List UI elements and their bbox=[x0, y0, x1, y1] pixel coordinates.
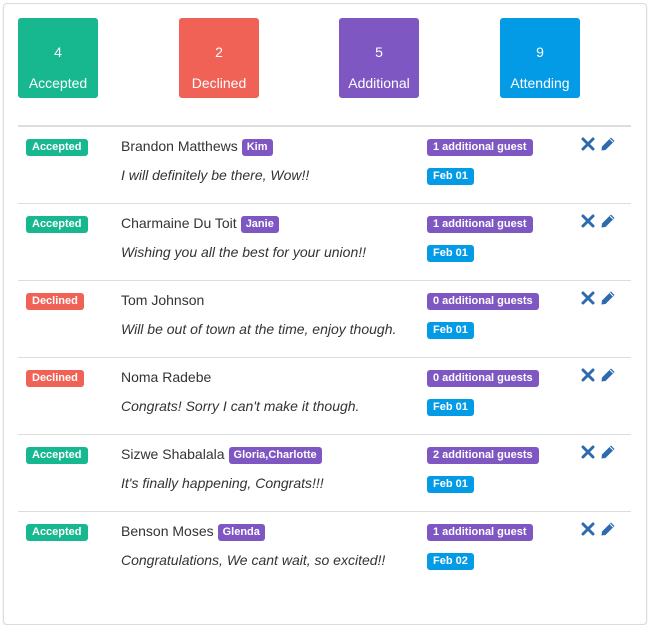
guest-name-line: Sizwe Shabalala Gloria,Charlotte bbox=[121, 446, 322, 465]
row-actions bbox=[580, 290, 616, 308]
row-actions bbox=[580, 444, 616, 462]
additional-guests-badge: 2 additional guests bbox=[427, 447, 539, 464]
plus-one-badge: Janie bbox=[240, 216, 279, 233]
guest-name-line: Noma Radebe bbox=[121, 369, 211, 386]
row-actions bbox=[580, 213, 616, 231]
pencil-icon[interactable] bbox=[600, 136, 616, 152]
guest-name: Benson Moses bbox=[121, 523, 214, 539]
close-icon[interactable] bbox=[580, 521, 596, 537]
additional-guests-badge: 1 additional guest bbox=[427, 216, 533, 233]
stat-additional-label: Additional bbox=[348, 75, 410, 91]
date-badge: Feb 01 bbox=[427, 399, 474, 416]
pencil-icon[interactable] bbox=[600, 521, 616, 537]
close-icon[interactable] bbox=[580, 136, 596, 152]
guest-name-line: Charmaine Du Toit Janie bbox=[121, 215, 279, 234]
status-badge: Accepted bbox=[26, 524, 88, 541]
rsvp-row: Accepted Sizwe Shabalala Gloria,Charlotte… bbox=[18, 435, 631, 512]
pencil-icon[interactable] bbox=[600, 290, 616, 306]
stat-attending-label: Attending bbox=[510, 75, 570, 91]
pencil-icon[interactable] bbox=[600, 444, 616, 460]
additional-guests-badge: 0 additional guests bbox=[427, 293, 539, 310]
status-badge: Declined bbox=[26, 293, 84, 310]
additional-guests-badge: 1 additional guest bbox=[427, 524, 533, 541]
date-badge: Feb 01 bbox=[427, 476, 474, 493]
rsvp-row: Accepted Benson Moses Glenda Congratulati… bbox=[18, 512, 631, 588]
stat-declined: 2 Declined bbox=[179, 18, 259, 98]
pencil-icon[interactable] bbox=[600, 367, 616, 383]
row-actions bbox=[580, 521, 616, 539]
guest-name: Tom Johnson bbox=[121, 292, 205, 308]
stat-accepted-value: 4 bbox=[54, 44, 62, 60]
pencil-icon[interactable] bbox=[600, 213, 616, 229]
guest-message: Congratulations, We cant wait, so excite… bbox=[121, 552, 386, 568]
date-badge: Feb 01 bbox=[427, 168, 474, 185]
status-badge: Accepted bbox=[26, 139, 88, 156]
status-badge: Accepted bbox=[26, 216, 88, 233]
rsvp-row: Declined Tom Johnson Will be out of town… bbox=[18, 281, 631, 358]
guest-message: Congrats! Sorry I can't make it though. bbox=[121, 398, 360, 414]
guest-message: I will definitely be there, Wow!! bbox=[121, 167, 310, 183]
row-actions bbox=[580, 136, 616, 154]
guest-name: Noma Radebe bbox=[121, 369, 212, 385]
stat-additional: 5 Additional bbox=[339, 18, 419, 98]
stat-attending-value: 9 bbox=[536, 44, 544, 60]
guest-name-line: Brandon Matthews Kim bbox=[121, 138, 273, 157]
guest-name-line: Benson Moses Glenda bbox=[121, 523, 265, 542]
guest-name-line: Tom Johnson bbox=[121, 292, 204, 309]
stat-accepted-label: Accepted bbox=[28, 75, 88, 91]
date-badge: Feb 01 bbox=[427, 322, 474, 339]
close-icon[interactable] bbox=[580, 213, 596, 229]
guest-message: Will be out of town at the time, enjoy t… bbox=[121, 321, 397, 337]
guest-name: Sizwe Shabalala bbox=[121, 446, 225, 462]
guest-name: Brandon Matthews bbox=[121, 138, 238, 154]
plus-one-badge: Glenda bbox=[217, 524, 265, 541]
rsvp-row: Declined Noma Radebe Congrats! Sorry I c… bbox=[18, 358, 631, 435]
plus-one-badge: Kim bbox=[241, 139, 273, 156]
additional-guests-badge: 1 additional guest bbox=[427, 139, 533, 156]
rsvp-row: Accepted Charmaine Du Toit Janie Wishing … bbox=[18, 204, 631, 281]
stat-accepted: 4 Accepted bbox=[18, 18, 98, 98]
stat-declined-label: Declined bbox=[191, 75, 247, 91]
plus-one-badge: Gloria,Charlotte bbox=[228, 447, 322, 464]
close-icon[interactable] bbox=[580, 290, 596, 306]
close-icon[interactable] bbox=[580, 367, 596, 383]
additional-guests-badge: 0 additional guests bbox=[427, 370, 539, 387]
rsvp-list: Accepted Brandon Matthews Kim I will defi… bbox=[18, 125, 631, 588]
date-badge: Feb 01 bbox=[427, 245, 474, 262]
row-actions bbox=[580, 367, 616, 385]
guest-message: Wishing you all the best for your union!… bbox=[121, 244, 367, 260]
status-badge: Declined bbox=[26, 370, 84, 387]
date-badge: Feb 02 bbox=[427, 553, 474, 570]
guest-message: It's finally happening, Congrats!!! bbox=[121, 475, 324, 491]
stat-additional-value: 5 bbox=[375, 44, 383, 60]
status-badge: Accepted bbox=[26, 447, 88, 464]
close-icon[interactable] bbox=[580, 444, 596, 460]
guest-name: Charmaine Du Toit bbox=[121, 215, 237, 231]
rsvp-row: Accepted Brandon Matthews Kim I will defi… bbox=[18, 127, 631, 204]
stat-attending: 9 Attending bbox=[500, 18, 580, 98]
stat-declined-value: 2 bbox=[215, 44, 223, 60]
